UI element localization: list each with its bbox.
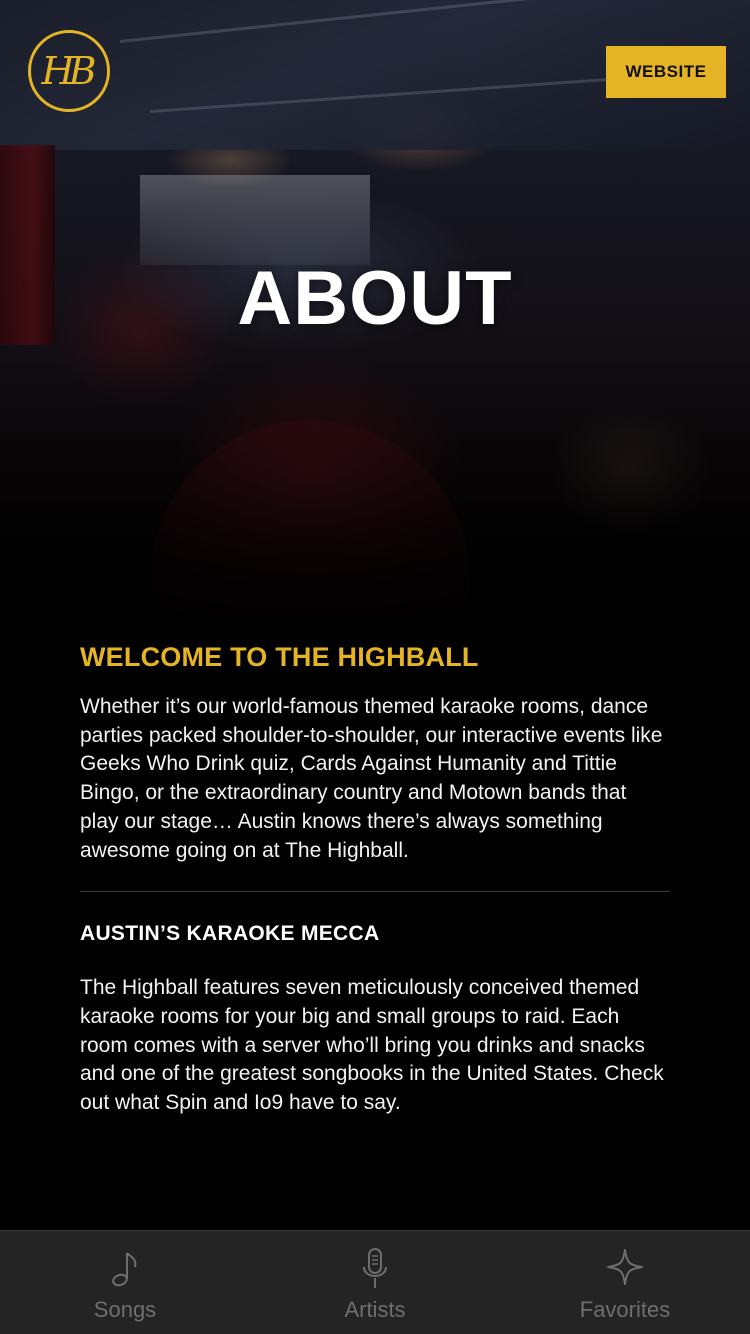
tab-label: Songs [93,1297,157,1322]
tab-songs[interactable]: Songs [0,1231,250,1334]
section-divider [80,891,670,893]
logo-text: HB [41,49,96,93]
tab-label: Artists [344,1297,406,1322]
tab-artists[interactable]: Artists [250,1231,500,1334]
star-icon [607,1249,643,1285]
highball-logo: HB [28,30,110,112]
karaoke-paragraph: The Highball features seven meticulously… [80,976,664,1115]
tab-label: Favorites [579,1297,671,1322]
welcome-heading: WELCOME TO THE HIGHBALL [80,642,479,672]
tab-favorites[interactable]: Favorites [500,1231,750,1334]
about-content: WELCOME TO THE HIGHBALL Whether it’s our… [80,640,670,1118]
karaoke-heading: AUSTIN’S KARAOKE MECCA [80,922,380,946]
tab-bar: Songs Artists Favorites [0,1230,750,1334]
music-note-icon [112,1252,137,1287]
welcome-paragraph: Whether it’s our world-famous themed kar… [80,695,663,862]
website-button[interactable]: WEBSITE [606,46,726,98]
microphone-icon [363,1248,387,1288]
page-title: ABOUT [237,256,513,341]
